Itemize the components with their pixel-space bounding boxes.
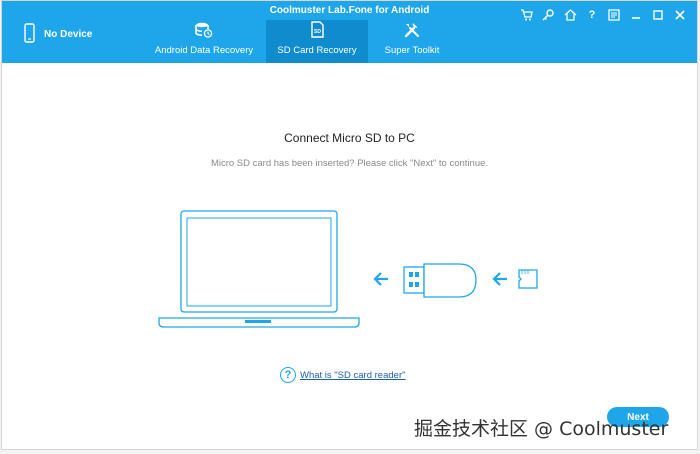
- device-label: No Device: [44, 29, 93, 40]
- feedback-icon[interactable]: [607, 8, 621, 22]
- phone-icon: [24, 23, 35, 46]
- tab-sd-card-recovery[interactable]: SD SD Card Recovery: [266, 20, 368, 63]
- page-heading: Connect Micro SD to PC: [284, 131, 415, 145]
- tab-label: Super Toolkit: [384, 45, 440, 56]
- what-is-sd-card-reader-link[interactable]: What is "SD card reader": [300, 370, 405, 381]
- instruction-text: Micro SD card has been inserted? Please …: [210, 158, 489, 169]
- laptop-illustration: [158, 210, 360, 328]
- key-icon[interactable]: [541, 8, 555, 22]
- help-icon[interactable]: ?: [585, 8, 599, 22]
- database-restore-icon: [195, 22, 213, 41]
- app-window: Coolmuster Lab.Fone for Android No Devic…: [1, 0, 698, 450]
- tab-android-data-recovery[interactable]: Android Data Recovery: [142, 20, 266, 63]
- svg-text:SD: SD: [314, 29, 321, 35]
- minimize-icon[interactable]: [629, 8, 643, 22]
- arrow-left-icon: [492, 272, 507, 286]
- sd-reader-help[interactable]: ? What is "SD card reader": [280, 367, 405, 383]
- question-circle-icon: ?: [280, 367, 296, 383]
- sd-card-icon: SD: [310, 21, 324, 41]
- arrow-left-icon: [373, 272, 388, 286]
- tab-label: Android Data Recovery: [154, 45, 254, 56]
- home-icon[interactable]: [563, 8, 577, 22]
- window-controls: ?: [519, 8, 687, 22]
- watermark: 掘金技术社区 @ Coolmuster: [414, 418, 669, 440]
- card-reader-illustration: [403, 263, 477, 298]
- top-bar: Coolmuster Lab.Fone for Android No Devic…: [2, 1, 697, 63]
- tab-bar: Android Data Recovery SD SD Card Recover…: [142, 20, 456, 63]
- connect-illustration: [157, 209, 547, 336]
- close-icon[interactable]: [673, 8, 687, 22]
- micro-sd-card-illustration: [518, 269, 538, 289]
- cart-icon[interactable]: [519, 8, 533, 22]
- device-status[interactable]: No Device: [24, 23, 92, 46]
- tab-label: SD Card Recovery: [277, 45, 357, 56]
- tools-icon: [403, 21, 421, 41]
- tab-super-toolkit[interactable]: Super Toolkit: [368, 20, 456, 63]
- maximize-icon[interactable]: [651, 8, 665, 22]
